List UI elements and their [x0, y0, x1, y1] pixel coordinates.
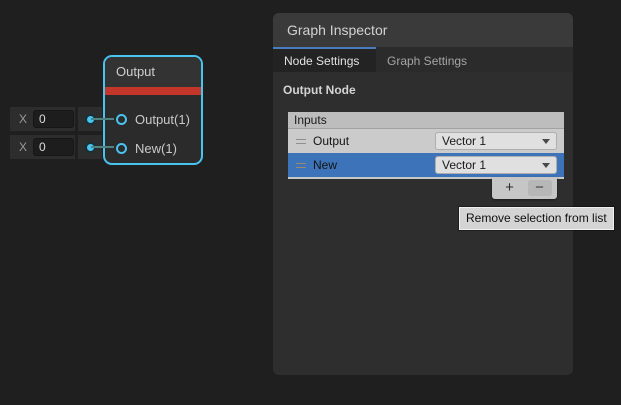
node-port-new[interactable]: New(1) [116, 141, 177, 156]
section-title: Output Node [273, 72, 573, 97]
edge-new[interactable] [91, 146, 114, 148]
panel-title: Graph Inspector [273, 13, 573, 47]
list-header: Inputs [288, 112, 564, 129]
add-item-button[interactable]: + [498, 180, 522, 196]
port-circle-icon[interactable] [116, 143, 127, 154]
type-dropdown-output[interactable]: Vector 1 [435, 132, 557, 150]
row-name: Output [313, 134, 349, 148]
port-label: Output(1) [135, 112, 190, 127]
chevron-down-icon [542, 163, 550, 168]
graph-inspector-panel: Graph Inspector Node Settings Graph Sett… [273, 13, 573, 375]
value-field-x-2[interactable]: 0 [33, 138, 74, 156]
row-name: New [313, 158, 337, 172]
inline-input-x-1[interactable]: X 0 [10, 107, 75, 131]
tab-graph-settings[interactable]: Graph Settings [376, 47, 478, 72]
port-circle-icon[interactable] [116, 114, 127, 125]
inline-input-x-2[interactable]: X 0 [10, 135, 75, 159]
inputs-reorderable-list: Inputs Output Vector 1 New Vector 1 [288, 112, 564, 179]
shader-graph-canvas: X 0 X 0 Output Output(1) New(1) Graph In… [0, 0, 621, 405]
dropdown-value: Vector 1 [442, 158, 542, 172]
drag-handle-icon[interactable] [296, 163, 306, 168]
edge-output[interactable] [91, 118, 114, 120]
dropdown-value: Vector 1 [442, 134, 542, 148]
tab-node-settings[interactable]: Node Settings [273, 47, 376, 72]
list-footer: + − [492, 177, 557, 199]
axis-label-x: X [19, 140, 27, 154]
value-field-x-1[interactable]: 0 [33, 110, 74, 128]
remove-item-button[interactable]: − [528, 180, 552, 196]
list-row-new[interactable]: New Vector 1 [288, 153, 564, 177]
output-node[interactable]: Output Output(1) New(1) [103, 55, 203, 165]
port-label: New(1) [135, 141, 177, 156]
tab-bar: Node Settings Graph Settings [273, 47, 573, 72]
tooltip: Remove selection from list [459, 207, 614, 230]
axis-label-x: X [19, 112, 27, 126]
node-port-output[interactable]: Output(1) [116, 112, 190, 127]
node-title: Output [105, 57, 201, 87]
type-dropdown-new[interactable]: Vector 1 [435, 156, 557, 174]
node-color-bar [105, 87, 201, 95]
drag-handle-icon[interactable] [296, 139, 306, 144]
chevron-down-icon [542, 139, 550, 144]
list-row-output[interactable]: Output Vector 1 [288, 129, 564, 153]
